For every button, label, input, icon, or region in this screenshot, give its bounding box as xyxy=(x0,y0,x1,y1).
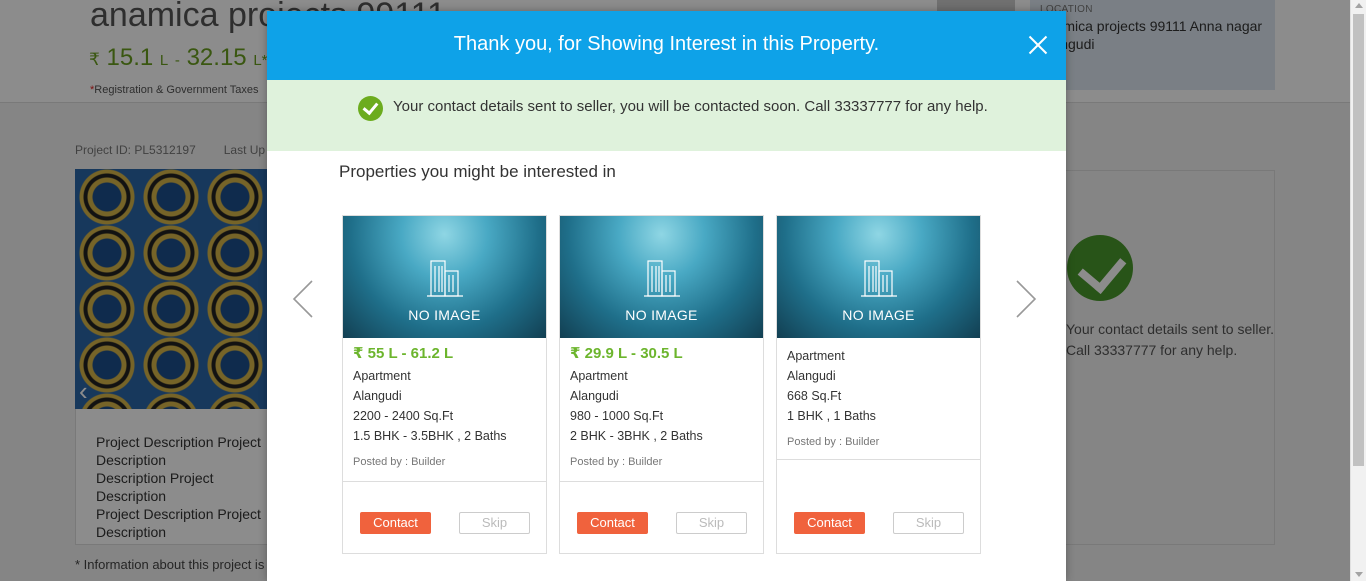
scroll-up-icon[interactable] xyxy=(1355,3,1363,8)
skip-button[interactable]: Skip xyxy=(459,512,530,534)
card-posted-by: Posted by : Builder xyxy=(787,436,880,448)
section-title: Properties you might be interested in xyxy=(339,162,616,181)
card-config: 1 BHK , 1 Baths xyxy=(787,409,876,423)
card-divider xyxy=(343,481,546,482)
property-image-placeholder[interactable]: NO IMAGE xyxy=(560,216,763,338)
chevron-right-icon[interactable] xyxy=(1015,279,1037,319)
scroll-down-icon[interactable] xyxy=(1355,572,1363,577)
close-icon[interactable] xyxy=(1028,35,1048,55)
skip-button[interactable]: Skip xyxy=(676,512,747,534)
card-details: Apartment Alangudi 668 Sq.Ft 1 BHK , 1 B… xyxy=(787,346,972,448)
contact-button[interactable]: Contact xyxy=(360,512,431,534)
card-type: Apartment xyxy=(570,369,628,383)
check-circle-icon xyxy=(358,96,383,121)
property-image-placeholder[interactable]: NO IMAGE xyxy=(777,216,980,338)
card-area: 2200 - 2400 Sq.Ft xyxy=(353,409,454,423)
property-card[interactable]: NO IMAGE ₹ 55 L - 61.2 L Apartment Alang… xyxy=(342,215,547,554)
no-image-label: NO IMAGE xyxy=(625,307,698,323)
card-type: Apartment xyxy=(787,349,845,363)
modal-header: Thank you, for Showing Interest in this … xyxy=(267,11,1066,80)
card-area: 980 - 1000 Sq.Ft xyxy=(570,409,664,423)
card-area: 668 Sq.Ft xyxy=(787,389,842,403)
no-image-label: NO IMAGE xyxy=(842,307,915,323)
card-type: Apartment xyxy=(353,369,411,383)
card-locality: Alangudi xyxy=(353,389,402,403)
card-locality: Alangudi xyxy=(570,389,619,403)
modal-title: Thank you, for Showing Interest in this … xyxy=(453,33,880,55)
building-icon xyxy=(861,260,897,297)
card-posted-by: Posted by : Builder xyxy=(570,456,663,468)
chevron-left-icon[interactable] xyxy=(292,279,314,319)
card-details: ₹ 29.9 L - 30.5 L Apartment Alangudi 980… xyxy=(570,344,755,468)
card-price: ₹ 29.9 L - 30.5 L xyxy=(570,345,683,362)
no-image-label: NO IMAGE xyxy=(408,307,481,323)
property-image-placeholder[interactable]: NO IMAGE xyxy=(343,216,546,338)
card-posted-by: Posted by : Builder xyxy=(353,456,446,468)
interest-modal: Thank you, for Showing Interest in this … xyxy=(267,11,1066,581)
scroll-thumb[interactable] xyxy=(1353,14,1364,466)
contact-button[interactable]: Contact xyxy=(794,512,865,534)
card-divider xyxy=(560,481,763,482)
success-message: Your contact details sent to seller, you… xyxy=(393,98,988,115)
card-price: ₹ 55 L - 61.2 L xyxy=(353,345,454,362)
card-locality: Alangudi xyxy=(787,369,836,383)
property-card[interactable]: NO IMAGE Apartment Alangudi 668 Sq.Ft 1 … xyxy=(776,215,981,554)
card-details: ₹ 55 L - 61.2 L Apartment Alangudi 2200 … xyxy=(353,344,538,468)
skip-button[interactable]: Skip xyxy=(893,512,964,534)
card-config: 2 BHK - 3BHK , 2 Baths xyxy=(570,429,703,443)
page-scrollbar[interactable] xyxy=(1350,0,1366,581)
property-card[interactable]: NO IMAGE ₹ 29.9 L - 30.5 L Apartment Ala… xyxy=(559,215,764,554)
building-icon xyxy=(644,260,680,297)
contact-button[interactable]: Contact xyxy=(577,512,648,534)
card-config: 1.5 BHK - 3.5BHK , 2 Baths xyxy=(353,429,507,443)
success-banner: Your contact details sent to seller, you… xyxy=(267,80,1066,151)
building-icon xyxy=(427,260,463,297)
card-divider xyxy=(777,459,980,460)
